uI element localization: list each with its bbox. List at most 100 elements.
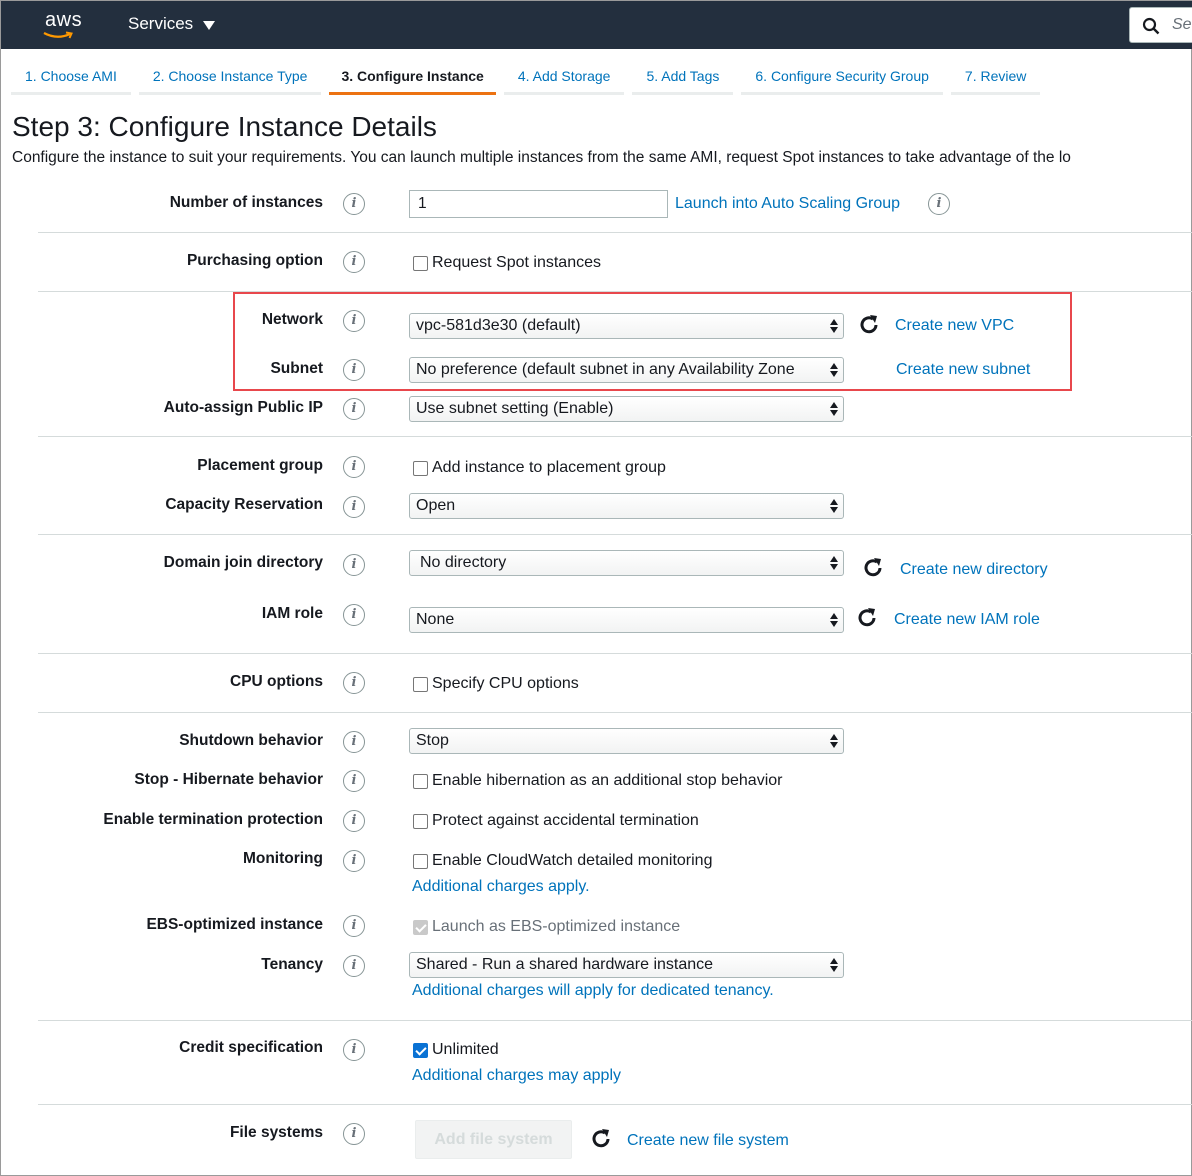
- placement-group-check-label: Add instance to placement group: [432, 459, 666, 476]
- monitoring-check-label: Enable CloudWatch detailed monitoring: [432, 852, 713, 869]
- create-new-iam-role-link[interactable]: Create new IAM role: [894, 611, 1040, 629]
- info-icon[interactable]: i: [343, 496, 365, 518]
- placement-group-label: Placement group: [197, 457, 323, 474]
- create-new-directory-link[interactable]: Create new directory: [900, 561, 1048, 579]
- termination-protection-check-label: Protect against accidental termination: [432, 812, 699, 829]
- divider: [38, 653, 1192, 654]
- tenancy-select[interactable]: Shared - Run a shared hardware instance: [409, 952, 844, 978]
- info-icon[interactable]: i: [343, 731, 365, 753]
- auto-assign-ip-select[interactable]: Use subnet setting (Enable): [409, 396, 844, 422]
- tab-add-tags[interactable]: 5. Add Tags: [632, 59, 734, 95]
- select-arrows-icon: [830, 613, 838, 627]
- create-new-file-system-link[interactable]: Create new file system: [627, 1132, 789, 1150]
- launch-auto-scaling-link[interactable]: Launch into Auto Scaling Group: [675, 195, 900, 213]
- hibernate-checkbox[interactable]: Enable hibernation as an additional stop…: [413, 772, 782, 790]
- aws-smile-icon: [43, 31, 73, 39]
- divider: [38, 534, 1192, 535]
- placement-group-checkbox[interactable]: Add instance to placement group: [413, 459, 666, 477]
- monitoring-label: Monitoring: [242, 850, 323, 867]
- ebs-optimized-checkbox: Launch as EBS-optimized instance: [413, 918, 680, 936]
- info-icon[interactable]: i: [928, 193, 950, 215]
- capacity-reservation-value: Open: [416, 497, 456, 514]
- tab-add-storage[interactable]: 4. Add Storage: [503, 59, 625, 95]
- divider: [38, 712, 1192, 713]
- domain-join-value: No directory: [420, 554, 507, 571]
- monitoring-checkbox[interactable]: Enable CloudWatch detailed monitoring: [413, 852, 712, 870]
- info-icon[interactable]: i: [343, 1039, 365, 1061]
- info-icon[interactable]: i: [343, 310, 365, 332]
- refresh-icon[interactable]: [860, 555, 886, 581]
- info-icon[interactable]: i: [343, 398, 365, 420]
- info-icon[interactable]: i: [343, 955, 365, 977]
- refresh-icon[interactable]: [856, 312, 882, 338]
- divider: [38, 1020, 1192, 1021]
- subnet-select[interactable]: No preference (default subnet in any Ava…: [409, 357, 844, 383]
- select-arrows-icon: [830, 499, 838, 513]
- cpu-options-label: CPU options: [230, 673, 323, 690]
- file-systems-label: File systems: [229, 1124, 323, 1141]
- credit-specification-label: Credit specification: [179, 1039, 323, 1056]
- info-icon[interactable]: i: [343, 770, 365, 792]
- domain-join-label: Domain join directory: [163, 554, 323, 571]
- checkbox[interactable]: [413, 813, 428, 829]
- checkbox[interactable]: [413, 773, 428, 789]
- tab-configure-security-group[interactable]: 6. Configure Security Group: [741, 59, 943, 95]
- auto-assign-ip-value: Use subnet setting (Enable): [416, 400, 614, 417]
- request-spot-checkbox[interactable]: Request Spot instances: [413, 254, 601, 272]
- cpu-options-check-label: Specify CPU options: [432, 675, 579, 692]
- checkbox[interactable]: [413, 460, 428, 476]
- create-new-vpc-link[interactable]: Create new VPC: [895, 317, 1014, 335]
- refresh-icon[interactable]: [854, 605, 880, 631]
- ebs-optimized-check-label: Launch as EBS-optimized instance: [432, 918, 681, 935]
- checkbox[interactable]: [413, 1042, 428, 1058]
- iam-role-select[interactable]: None: [409, 607, 844, 633]
- tab-choose-ami[interactable]: 1. Choose AMI: [11, 59, 131, 95]
- refresh-icon[interactable]: [588, 1126, 614, 1152]
- termination-protection-checkbox[interactable]: Protect against accidental termination: [413, 812, 699, 830]
- capacity-reservation-label: Capacity Reservation: [165, 496, 323, 513]
- monitoring-charges-link[interactable]: Additional charges apply.: [412, 878, 590, 896]
- divider: [38, 1104, 1192, 1105]
- info-icon[interactable]: i: [343, 604, 365, 626]
- subnet-value: No preference (default subnet in any Ava…: [416, 361, 795, 378]
- credit-charges-link[interactable]: Additional charges may apply: [412, 1067, 621, 1085]
- info-icon[interactable]: i: [343, 810, 365, 832]
- page-description: Configure the instance to suit your requ…: [12, 149, 1071, 166]
- checkbox[interactable]: [413, 853, 428, 869]
- info-icon[interactable]: i: [343, 672, 365, 694]
- info-icon[interactable]: i: [343, 915, 365, 937]
- add-file-system-button[interactable]: Add file system: [415, 1120, 572, 1159]
- search-box[interactable]: Se: [1129, 7, 1192, 43]
- services-menu[interactable]: Services: [128, 14, 216, 34]
- cpu-options-checkbox[interactable]: Specify CPU options: [413, 675, 579, 693]
- aws-logo[interactable]: aws: [41, 9, 93, 41]
- number-of-instances-input[interactable]: [409, 190, 668, 218]
- select-arrows-icon: [830, 556, 838, 570]
- info-icon[interactable]: i: [343, 193, 365, 215]
- shutdown-behavior-value: Stop: [416, 732, 449, 749]
- checkbox[interactable]: [413, 676, 428, 692]
- network-select[interactable]: vpc-581d3e30 (default): [409, 313, 844, 339]
- select-arrows-icon: [830, 363, 838, 377]
- capacity-reservation-select[interactable]: Open: [409, 493, 844, 519]
- divider: [38, 436, 1192, 437]
- tab-review[interactable]: 7. Review: [950, 59, 1041, 95]
- tenancy-charges-link[interactable]: Additional charges will apply for dedica…: [412, 982, 774, 1000]
- network-label: Network: [261, 311, 323, 328]
- hibernate-check-label: Enable hibernation as an additional stop…: [432, 772, 783, 789]
- info-icon[interactable]: i: [343, 850, 365, 872]
- info-icon[interactable]: i: [343, 456, 365, 478]
- tab-configure-instance[interactable]: 3. Configure Instance: [329, 59, 496, 95]
- select-arrows-icon: [830, 958, 838, 972]
- info-icon[interactable]: i: [343, 554, 365, 576]
- unlimited-checkbox[interactable]: Unlimited: [413, 1041, 499, 1059]
- checkbox[interactable]: [413, 255, 428, 271]
- domain-join-select[interactable]: No directory: [409, 550, 844, 576]
- shutdown-behavior-select[interactable]: Stop: [409, 728, 844, 754]
- info-icon[interactable]: i: [343, 251, 365, 273]
- info-icon[interactable]: i: [343, 359, 365, 381]
- create-new-subnet-link[interactable]: Create new subnet: [896, 361, 1030, 379]
- info-icon[interactable]: i: [343, 1123, 365, 1145]
- tab-choose-instance-type[interactable]: 2. Choose Instance Type: [138, 59, 322, 95]
- divider: [38, 291, 1192, 292]
